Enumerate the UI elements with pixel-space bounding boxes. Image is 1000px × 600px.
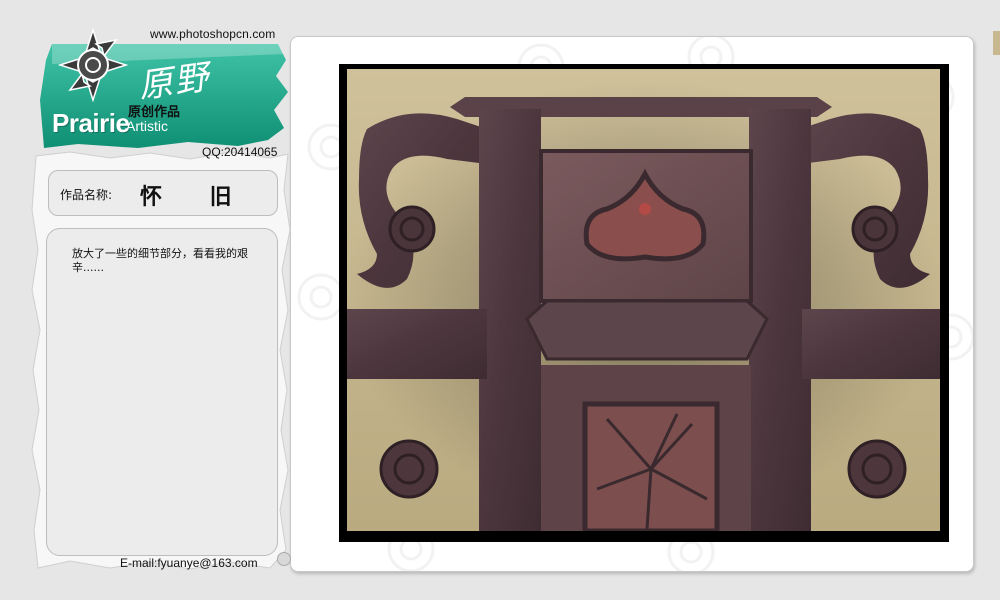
corner-tab [993, 31, 1000, 55]
logo-artistic: Artistic [126, 118, 168, 134]
site-url[interactable]: www.photoshopcn.com [150, 27, 275, 41]
circle-icon[interactable] [277, 552, 291, 566]
qq-contact: QQ:20414065 [202, 145, 278, 159]
sun-emblem-icon [58, 28, 128, 102]
artwork-image [347, 69, 940, 531]
logo-brush-calligraphy: 原野 [136, 57, 213, 107]
description-text: 放大了一些的细节部分，看看我的艰辛...... [72, 247, 248, 274]
carved-chair-illustration [347, 69, 940, 531]
email-contact[interactable]: E-mail:fyuanye@163.com [120, 556, 258, 570]
logo-word: Prairie [52, 108, 130, 138]
work-name-value: 怀 旧 [140, 185, 252, 210]
work-name-label: 作品名称: [60, 188, 113, 202]
description-box [46, 228, 278, 556]
